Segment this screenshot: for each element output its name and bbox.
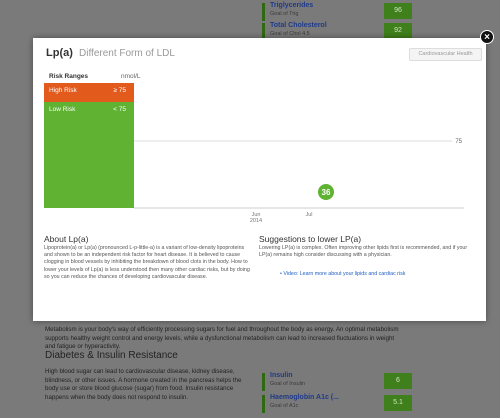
range-label: Low Risk <box>49 106 76 113</box>
category-tag[interactable]: Cardiovascular Health <box>409 48 482 61</box>
result-chart: 75 Jun 2014 Jul 36 <box>134 83 464 223</box>
bg-item-title: Insulin <box>270 372 293 379</box>
modal-subtitle: Different Form of LDL <box>79 48 175 59</box>
range-label: High Risk <box>49 87 77 94</box>
bg-biomarker-triglycerides: Triglycerides Goal of Trig 96 <box>262 2 418 22</box>
bg-heading: Diabetes & Insulin Resistance <box>45 350 178 361</box>
bg-item-value: 96 <box>384 3 412 19</box>
x-tick-label: 2014 <box>250 218 262 223</box>
bg-item-sub: Goal of Insulin <box>270 381 306 387</box>
bg-item-title: Total Cholesterol <box>270 22 327 29</box>
bg-item-bar <box>262 373 265 391</box>
suggestion-link-text[interactable]: Video: Learn more about your lipids and … <box>283 271 405 277</box>
close-icon[interactable]: × <box>480 30 494 44</box>
bg-item-bar <box>262 395 265 413</box>
bg-paragraph-2: High blood sugar can lead to cardiovascu… <box>45 368 242 401</box>
bg-item-sub: Goal of Chol 4.5 <box>270 31 310 37</box>
suggestions-text: Lowering LP(a) is complex. Often improvi… <box>259 245 468 259</box>
bg-biomarker-insulin: Insulin Goal of Insulin 6 <box>262 372 418 392</box>
bg-item-title: Haemoglobin A1c (... <box>270 394 339 401</box>
unit-label: nmol/L <box>121 73 141 80</box>
bg-item-title: Triglycerides <box>270 2 314 9</box>
range-value: ≥ 75 <box>113 87 126 94</box>
chart-svg: 75Jun2014Jul36 <box>134 139 464 223</box>
range-high-risk: High Risk ≥ 75 <box>44 83 134 102</box>
risk-ranges-header: Risk Ranges <box>49 73 89 80</box>
modal-title: Lp(a) <box>46 47 73 59</box>
bg-item-value: 92 <box>384 23 412 39</box>
bg-item-sub: Goal of A1c <box>270 403 299 409</box>
bg-item-sub: Goal of Trig <box>270 11 299 17</box>
bg-biomarker-a1c: Haemoglobin A1c (... Goal of A1c 5.1 <box>262 394 418 414</box>
about-text: Lipoprotein(a) or Lp(a) (pronounced L-p-… <box>44 245 250 280</box>
bg-item-bar <box>262 3 265 21</box>
bg-item-value: 6 <box>384 373 412 389</box>
range-value: < 75 <box>113 106 126 113</box>
bg-item-value: 5.1 <box>384 395 412 411</box>
x-tick-label: Jul <box>305 212 312 218</box>
data-point-label: 36 <box>322 188 331 197</box>
about-title: About Lp(a) <box>44 234 89 244</box>
range-low-risk: Low Risk < 75 <box>44 102 134 208</box>
suggestions-title: Suggestions to lower LP(a) <box>259 234 362 244</box>
threshold-label: 75 <box>455 139 462 145</box>
suggestion-video-link[interactable]: • Video: Learn more about your lipids an… <box>280 271 405 277</box>
bg-paragraph: Metabolism is your body's way of efficie… <box>45 326 399 350</box>
biomarker-modal: Lp(a) Different Form of LDL Cardiovascul… <box>33 38 486 321</box>
